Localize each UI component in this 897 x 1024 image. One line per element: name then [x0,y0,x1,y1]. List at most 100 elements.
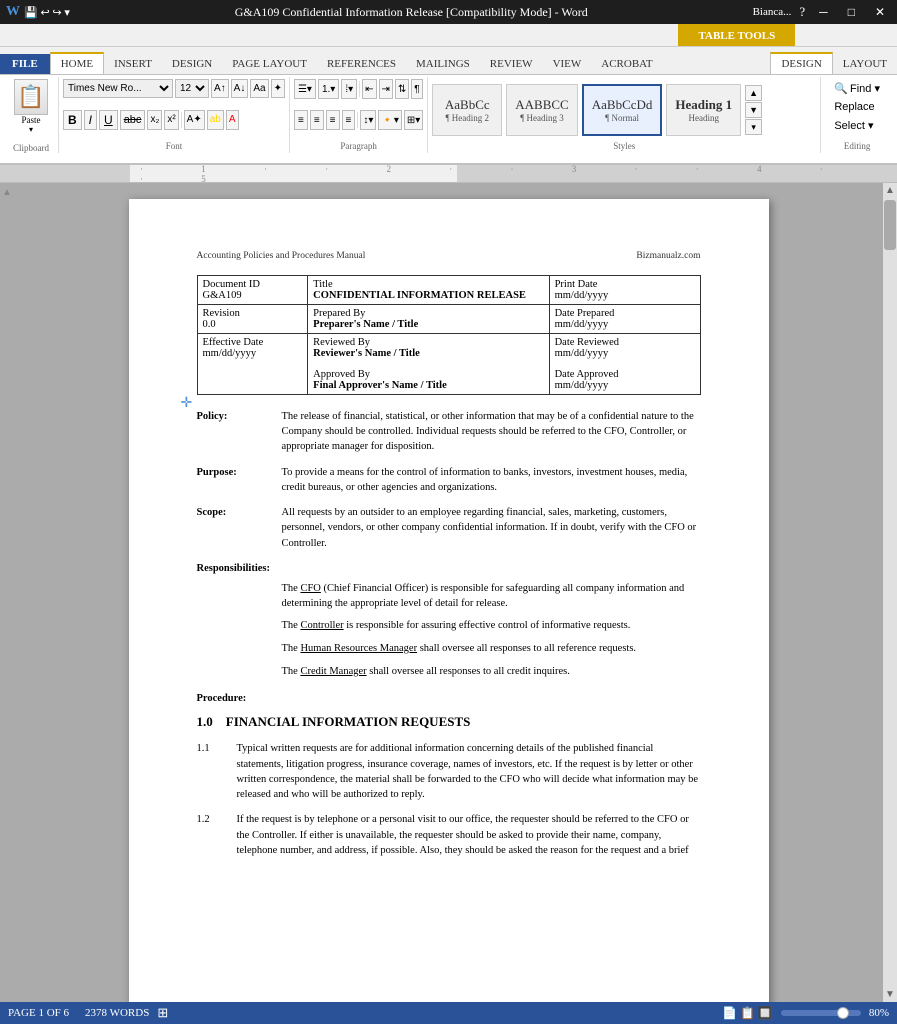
scope-para: Scope: All requests by an outsider to an… [197,505,701,551]
select-button[interactable]: Select ▾ [827,116,887,135]
procedure-section: Procedure: [197,691,701,706]
style-heading1[interactable]: Heading 1 Heading [666,84,741,136]
bold-button[interactable]: B [63,110,82,130]
styles-scroll-up[interactable]: ▲ [745,85,762,101]
tab-insert[interactable]: INSERT [104,54,162,74]
maximize-button[interactable]: □ [842,5,861,20]
multilevel-button[interactable]: ⁞▾ [341,79,357,99]
scroll-up-icon[interactable]: ▲ [2,187,12,198]
shading-button[interactable]: 🔸▾ [378,110,401,130]
font-shrink-button[interactable]: A↓ [231,79,249,98]
text-effects-button[interactable]: A✦ [184,110,205,130]
layout-icon[interactable]: ⊞ [157,1005,168,1021]
tab-mailings[interactable]: MAILINGS [406,54,480,74]
table-cell: Reviewed By Reviewer's Name / Title Appr… [308,334,549,395]
font-family-select[interactable]: Times New Ro... [63,79,173,98]
strikethrough-button[interactable]: abc [120,110,146,130]
show-marks-button[interactable]: ¶ [411,79,422,99]
increase-indent-button[interactable]: ⇥ [379,79,393,99]
doc-area: ▲ ✛ Accounting Policies and Procedures M… [0,183,897,1002]
proc-item-1-1: 1.1 Typical written requests are for add… [197,741,701,802]
table-cell: Document ID G&A109 [197,276,308,305]
word-count: 2378 WORDS [85,1007,149,1019]
tab-view[interactable]: VIEW [543,54,592,74]
scroll-down-button[interactable]: ▼ [883,987,897,1002]
close-button[interactable]: ✕ [869,5,891,20]
tab-file[interactable]: FILE [0,54,50,74]
tab-home[interactable]: HOME [50,52,104,74]
line-spacing-button[interactable]: ↕▾ [360,110,376,130]
font-group-label: Font [63,141,285,151]
clipboard-label: Clipboard [13,143,49,153]
tab-table-design[interactable]: DESIGN [770,52,832,74]
minimize-button[interactable]: ─ [813,5,834,20]
tab-acrobat[interactable]: ACROBAT [591,54,662,74]
style-heading3[interactable]: AABBCC ¶ Heading 3 [506,84,577,136]
bullets-button[interactable]: ☰▾ [294,79,316,99]
tab-table-layout[interactable]: LAYOUT [833,54,897,74]
purpose-text: To provide a means for the control of in… [282,465,701,495]
borders-button[interactable]: ⊞▾ [404,110,423,130]
cfo-underline: CFO [300,583,320,594]
font-grow-button[interactable]: A↑ [211,79,229,98]
procedure-label: Procedure: [197,693,247,704]
context-tab-bar: TABLE TOOLS [678,24,795,46]
highlight-button[interactable]: ab [207,110,224,130]
justify-button[interactable]: ≡ [342,110,356,130]
sort-button[interactable]: ⇅ [395,79,409,99]
status-bar: PAGE 1 OF 6 2378 WORDS ⊞ 📄 📋 🔲 80% [0,1002,897,1024]
resp-item-4: The Credit Manager shall oversee all res… [282,665,701,680]
zoom-slider[interactable] [781,1010,861,1016]
v-scrollbar[interactable]: ▲ ▼ [883,183,897,1002]
tab-references[interactable]: REFERENCES [317,54,406,74]
credit-manager-underline: Credit Manager [300,666,366,677]
replace-button[interactable]: Replace [827,98,887,116]
align-center-button[interactable]: ≡ [310,110,324,130]
styles-group-label: Styles [432,141,816,151]
help-icon[interactable]: ? [799,4,805,20]
style-heading2[interactable]: AaBbCc ¶ Heading 2 [432,84,502,136]
subscript-button[interactable]: x₂ [147,110,162,130]
document-info-table: Document ID G&A109 Title CONFIDENTIAL IN… [197,275,701,395]
align-left-button[interactable]: ≡ [294,110,308,130]
font-color-button[interactable]: A [226,110,239,130]
clear-format-button[interactable]: Aa [250,79,268,98]
page-header-left: Accounting Policies and Procedures Manua… [197,251,366,261]
styles-more[interactable]: ▾ [745,119,762,135]
find-button[interactable]: 🔍 Find ▾ [827,79,887,98]
italic-button[interactable]: I [84,110,97,130]
tab-design[interactable]: DESIGN [162,54,222,74]
change-case-button[interactable]: ✦ [271,79,285,98]
ruler: · 1 · · 2 · · 3 · · 4 · · 5 [0,165,897,183]
responsibilities-label: Responsibilities: [197,563,271,574]
policy-label: Policy: [197,409,282,455]
scroll-up-button[interactable]: ▲ [883,183,897,198]
controller-underline: Controller [300,620,343,631]
paste-button[interactable]: 📋 Paste ▾ [14,79,48,134]
style-normal[interactable]: AaBbCcDd ¶ Normal [582,84,663,136]
table-cell: Print Date mm/dd/yyyy [549,276,700,305]
user-name: Bianca... [753,6,792,18]
left-margin: ▲ [0,183,14,1002]
decrease-indent-button[interactable]: ⇤ [362,79,376,99]
table-cell: Title CONFIDENTIAL INFORMATION RELEASE [308,276,549,305]
quick-access-toolbar: 💾 ↩ ↪ ▾ [24,6,70,19]
superscript-button[interactable]: x² [164,110,178,130]
title-bar-left: W 💾 ↩ ↪ ▾ [6,4,70,20]
align-right-button[interactable]: ≡ [326,110,340,130]
underline-button[interactable]: U [99,110,118,130]
numbering-button[interactable]: 1.▾ [318,79,339,99]
doc-body: Policy: The release of financial, statis… [197,409,701,858]
tab-page-layout[interactable]: PAGE LAYOUT [222,54,317,74]
font-size-select[interactable]: 12 [175,79,209,98]
table-cursor-marker[interactable]: ✛ [181,395,193,412]
scope-label: Scope: [197,505,282,551]
proc-item-1-2: 1.2 If the request is by telephone or a … [197,812,701,858]
tab-review[interactable]: REVIEW [480,54,543,74]
paste-arrow: ▾ [29,125,33,134]
policy-para: Policy: The release of financial, statis… [197,409,701,455]
scroll-thumb[interactable] [884,200,896,250]
zoom-thumb [837,1007,849,1019]
doc-scroll[interactable]: ✛ Accounting Policies and Procedures Man… [14,183,883,1002]
styles-scroll-down[interactable]: ▼ [745,102,762,118]
